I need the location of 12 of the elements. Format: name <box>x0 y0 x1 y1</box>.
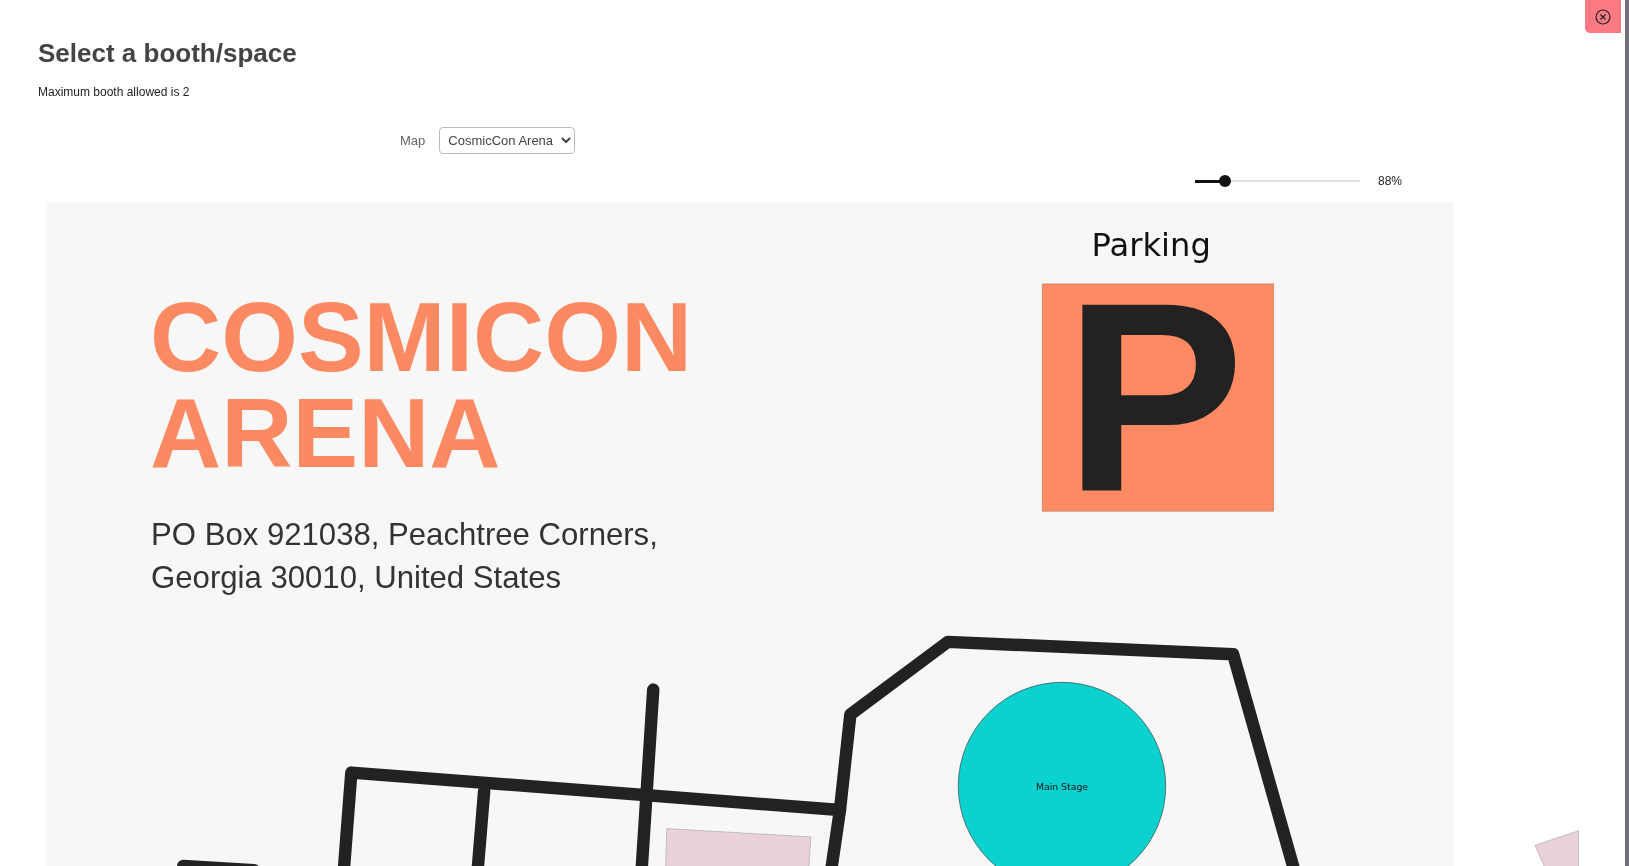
close-button[interactable] <box>1585 0 1621 33</box>
close-icon <box>1595 8 1611 25</box>
booth-limit-text: Maximum booth allowed is 2 <box>38 85 191 99</box>
venue-address: PO Box 921038, Peachtree Corners, <box>151 517 658 553</box>
map-label: Map <box>400 133 426 148</box>
venue-address: Georgia 30010, United States <box>151 559 561 595</box>
parking-label: Parking <box>1091 225 1211 264</box>
dialog-title: Select a booth/space <box>38 38 298 69</box>
stage-label: Main Stage <box>1035 781 1089 793</box>
zoom-slider-thumb[interactable] <box>1218 175 1231 187</box>
zoom-reading: 88% <box>1378 174 1404 188</box>
map-select[interactable]: CosmicCon Arena <box>439 127 576 154</box>
